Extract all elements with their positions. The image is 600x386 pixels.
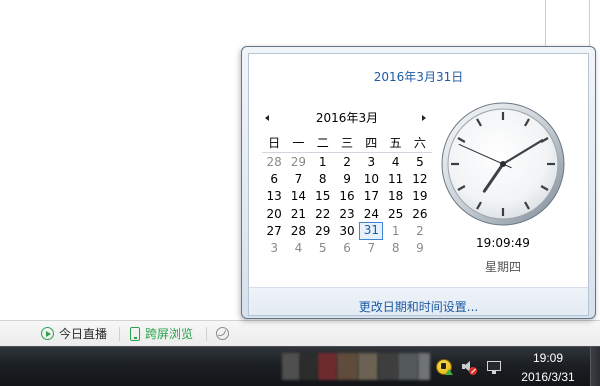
redacted-tray-block — [337, 353, 358, 380]
calendar-days-grid: 28 29 1 2 3 4 5 6 7 8 9 10 11 12 13 14 15 16 17 18 19 20 21 22 2… — [262, 154, 432, 258]
calendar-day[interactable]: 28 — [286, 223, 310, 240]
calendar-day[interactable]: 7 — [359, 240, 383, 257]
calendar-day[interactable]: 1 — [384, 223, 408, 240]
status-divider — [119, 327, 120, 341]
calendar-day[interactable]: 12 — [408, 171, 432, 188]
weekday-header: 日 — [268, 136, 281, 150]
calendar-day[interactable]: 13 — [262, 188, 286, 205]
calendar-day[interactable]: 6 — [335, 240, 359, 257]
play-circle-icon — [41, 327, 54, 340]
calendar-day[interactable]: 5 — [311, 240, 335, 257]
taskbar-clock-date[interactable]: 2016/3/31 — [508, 370, 588, 384]
change-date-time-settings-link[interactable]: 更改日期和时间设置... — [249, 300, 588, 314]
calendar-day[interactable]: 15 — [311, 188, 335, 205]
flyout-panel: 2016年3月31日 2016年3月 日 一 二 三 四 五 六 28 29 1 2 3… — [248, 53, 589, 316]
flyout-full-date-link[interactable]: 2016年3月31日 — [249, 69, 588, 85]
calendar-day[interactable]: 18 — [384, 188, 408, 205]
calendar-day[interactable]: 16 — [335, 188, 359, 205]
redacted-tray-block — [358, 353, 378, 380]
taskbar: 19:09 2016/3/31 — [0, 346, 600, 386]
volume-muted-icon[interactable] — [461, 359, 477, 375]
window-edge-line — [589, 0, 590, 46]
browser-status-bar: 今日直播 跨屏浏览 — [0, 320, 600, 346]
next-month-icon[interactable] — [422, 115, 426, 121]
analog-clock — [441, 102, 565, 226]
calendar-day[interactable]: 17 — [359, 188, 383, 205]
calendar-day[interactable]: 8 — [311, 171, 335, 188]
calendar-month-title[interactable]: 2016年3月 — [282, 110, 412, 127]
calendar-day[interactable]: 9 — [408, 240, 432, 257]
calendar-day[interactable]: 10 — [359, 171, 383, 188]
calendar-day[interactable]: 1 — [311, 154, 335, 171]
live-broadcast-label: 今日直播 — [59, 327, 108, 341]
calendar-day-selected[interactable]: 31 — [359, 222, 384, 241]
calendar-day[interactable]: 28 — [262, 154, 286, 171]
calendar-day[interactable]: 7 — [286, 171, 310, 188]
weekday-header: 三 — [340, 136, 353, 150]
calendar-day[interactable]: 20 — [262, 206, 286, 223]
calendar-day[interactable]: 29 — [286, 154, 310, 171]
calendar-day[interactable]: 22 — [311, 206, 335, 223]
redacted-tray-block — [282, 353, 300, 380]
redacted-tray-block — [378, 353, 398, 380]
weekday-header: 五 — [389, 136, 402, 150]
redacted-tray-block — [418, 353, 430, 380]
monitor-stand — [492, 371, 496, 374]
calendar-day[interactable]: 30 — [335, 223, 359, 240]
clock-center-cap — [500, 161, 506, 167]
weekday-header: 二 — [316, 136, 329, 150]
status-divider — [206, 327, 207, 341]
prev-month-icon[interactable] — [265, 115, 269, 121]
current-weekday: 星期四 — [484, 260, 521, 274]
live-broadcast-button[interactable]: 今日直播 — [41, 321, 107, 346]
calendar-day[interactable]: 8 — [384, 240, 408, 257]
calendar-day[interactable]: 9 — [335, 171, 359, 188]
status-extra-button[interactable] — [216, 321, 229, 346]
calendar-day[interactable]: 11 — [384, 171, 408, 188]
weekday-header: 六 — [413, 136, 426, 150]
redacted-tray-block — [300, 353, 318, 380]
weekday-header-row: 日 一 二 三 四 五 六 — [262, 135, 432, 153]
network-icon[interactable] — [486, 359, 502, 375]
calendar-day[interactable]: 5 — [408, 154, 432, 171]
calendar-header: 2016年3月 — [262, 110, 432, 127]
date-time-flyout: 2016年3月31日 2016年3月 日 一 二 三 四 五 六 28 29 1 2 3… — [241, 46, 596, 319]
show-desktop-button[interactable] — [590, 347, 600, 386]
redacted-tray-block — [398, 353, 418, 380]
calendar-day[interactable]: 19 — [408, 188, 432, 205]
mobile-phone-icon — [130, 326, 140, 341]
window-edge-line — [545, 0, 546, 46]
leaf-circle-icon — [216, 327, 229, 340]
calendar-day[interactable]: 3 — [262, 240, 286, 257]
calendar-day[interactable]: 4 — [286, 240, 310, 257]
calendar-day[interactable]: 3 — [359, 154, 383, 171]
calendar-day[interactable]: 24 — [359, 206, 383, 223]
calendar-day[interactable]: 29 — [311, 223, 335, 240]
weekday-header: 一 — [292, 136, 305, 150]
calendar-day[interactable]: 25 — [384, 206, 408, 223]
mute-badge-icon — [469, 367, 477, 375]
cross-screen-browse-label: 跨屏浏览 — [145, 327, 194, 341]
redacted-tray-block — [318, 353, 337, 380]
taskbar-clock-time[interactable]: 19:09 — [508, 351, 588, 365]
calendar-day[interactable]: 27 — [262, 223, 286, 240]
digital-time: 19:09:49 — [476, 236, 530, 250]
calendar-day[interactable]: 26 — [408, 206, 432, 223]
weekday-header: 四 — [365, 136, 378, 150]
calendar-day[interactable]: 23 — [335, 206, 359, 223]
calendar-day[interactable]: 21 — [286, 206, 310, 223]
calendar-day[interactable]: 4 — [384, 154, 408, 171]
calendar-day[interactable]: 6 — [262, 171, 286, 188]
calendar-day[interactable]: 14 — [286, 188, 310, 205]
flyout-footer: 更改日期和时间设置... — [249, 287, 588, 315]
calendar-day[interactable]: 2 — [408, 223, 432, 240]
cross-screen-browse-button[interactable]: 跨屏浏览 — [130, 321, 193, 346]
security-shield-icon[interactable] — [436, 359, 453, 375]
calendar-day[interactable]: 2 — [335, 154, 359, 171]
month-calendar: 2016年3月 日 一 二 三 四 五 六 28 29 1 2 3 4 5 6 7 8 9 10 11 1… — [262, 110, 432, 260]
monitor-screen — [487, 361, 501, 371]
